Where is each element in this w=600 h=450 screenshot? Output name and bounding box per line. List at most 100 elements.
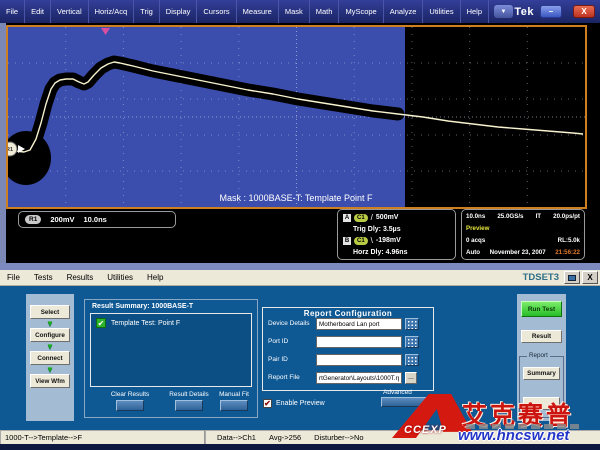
clear-results-label: Clear Results: [100, 391, 160, 398]
trigger-a-level: 500mV: [376, 214, 399, 221]
trigger-delay: Trig Dly: 3.5µs: [353, 226, 401, 233]
browse-button[interactable]: ...: [405, 372, 417, 384]
trigger-mode: Auto: [466, 249, 480, 256]
waveform-graticule: R1 Mask : 1000BASE-T: Template Point F: [6, 25, 587, 209]
summary-button[interactable]: Summary: [523, 367, 560, 380]
scope-screen-icon: [568, 275, 576, 281]
chevron-down-icon: ▼: [501, 9, 507, 15]
scope-menu-analyze[interactable]: Analyze: [384, 0, 424, 23]
trigger-a-icon: A: [343, 214, 351, 222]
app-menu-results[interactable]: Results: [60, 273, 101, 282]
keyboard-icon[interactable]: [405, 354, 419, 366]
mask-violation-region: [8, 27, 405, 207]
scope-menu-trig[interactable]: Trig: [134, 0, 160, 23]
trigger-b-level: -198mV: [376, 237, 401, 244]
scope-menu-display[interactable]: Display: [160, 0, 198, 23]
vertical-readout[interactable]: R1 200mV 10.0ns: [18, 211, 176, 228]
enable-preview-label: Enable Preview: [276, 400, 325, 407]
manual-fit-button[interactable]: [220, 400, 248, 411]
report-file-label: Report File: [268, 374, 300, 381]
app-window-top-edge: [0, 263, 600, 270]
result-details-button[interactable]: [175, 400, 203, 411]
date: November 23, 2007: [490, 249, 546, 256]
scope-menu-horiz-acq[interactable]: Horiz/Acq: [89, 0, 135, 23]
keyboard-icon[interactable]: [405, 318, 419, 330]
vertical-scale: 200mV: [50, 215, 74, 224]
ref1-badge: R1: [25, 215, 41, 224]
clear-results-button[interactable]: [116, 400, 144, 411]
result-button[interactable]: Result: [521, 330, 562, 343]
result-summary-list: ✔ Template Test: Point F: [90, 313, 252, 387]
view-wfm-button[interactable]: View Wfm: [30, 374, 70, 388]
flow-arrow-icon: ▼: [46, 342, 54, 351]
scope-menu-edit[interactable]: Edit: [25, 0, 51, 23]
trigger-readout[interactable]: A C1 / 500mV Trig Dly: 3.5µs B C1 \ -198…: [337, 209, 456, 260]
rising-edge-icon: /: [371, 213, 373, 222]
sample-rate: 25.0GS/s: [497, 213, 523, 220]
scope-menu-utilities[interactable]: Utilities: [423, 0, 460, 23]
flow-arrow-icon: ▼: [46, 319, 54, 328]
keyboard-icon[interactable]: [405, 336, 419, 348]
resolution: 20.0ps/pt: [553, 213, 580, 220]
scope-menu-file[interactable]: File: [0, 0, 25, 23]
minimize-icon: –: [549, 7, 553, 16]
app-hide-button[interactable]: [564, 271, 580, 284]
device-details-input[interactable]: [316, 318, 402, 330]
template-test-item[interactable]: Template Test: Point F: [111, 320, 180, 327]
app-title: TDSET3: [523, 272, 564, 283]
report-group-label: Report: [527, 352, 550, 359]
run-test-button[interactable]: Run Test: [521, 301, 562, 317]
app-menu-utilities[interactable]: Utilities: [100, 273, 140, 282]
report-configuration-group: Report Configuration Device Details Port…: [262, 307, 434, 391]
result-details-label: Result Details: [163, 391, 215, 398]
scope-menu-myscope[interactable]: MyScope: [339, 0, 383, 23]
port-id-input[interactable]: [316, 336, 402, 348]
horizontal-delay: Horz Dly: 4.96ns: [353, 249, 407, 256]
connect-button[interactable]: Connect: [30, 351, 70, 365]
scope-menu-math[interactable]: Math: [310, 0, 340, 23]
acquisition-count: 0 acqs: [466, 237, 485, 244]
screen: File Edit Vertical Horiz/Acq Trig Displa…: [0, 0, 600, 450]
scope-menu-measure[interactable]: Measure: [237, 0, 279, 23]
app-menu-help[interactable]: Help: [140, 273, 170, 282]
scope-menu-help[interactable]: Help: [461, 0, 489, 23]
trigger-b-source-badge: C1: [354, 237, 368, 245]
app-menu-file[interactable]: File: [0, 273, 27, 282]
select-button[interactable]: Select: [30, 305, 70, 319]
record-length: RL:5.0k: [558, 237, 580, 244]
scope-menu-cursors[interactable]: Cursors: [197, 0, 236, 23]
falling-edge-icon: \: [371, 236, 373, 245]
acquisition-readout[interactable]: 10.0ns 25.0GS/s IT 20.0ps/pt Preview 0 a…: [461, 209, 585, 260]
pair-id-label: Pair ID: [268, 356, 288, 363]
sampling-mode: IT: [536, 213, 542, 220]
app-close-button[interactable]: X: [582, 271, 598, 284]
status-test-path: 1000-T-->Template-->F: [0, 430, 205, 444]
horizontal-scale-readout: 10.0ns: [84, 215, 107, 224]
status-disturber: Disturber-->No: [314, 433, 363, 442]
advanced-button[interactable]: [381, 397, 429, 407]
enable-preview-checkbox[interactable]: ✔: [263, 399, 272, 408]
report-file-input[interactable]: [316, 372, 402, 384]
status-averages: Avg->256: [269, 433, 301, 442]
clear-results-control: Clear Results: [100, 391, 160, 411]
trigger-a-source-badge: C1: [354, 214, 368, 222]
report-configuration-title: Report Configuration: [299, 309, 397, 318]
scope-menu-mask[interactable]: Mask: [279, 0, 310, 23]
waveform-plot: R1 Mask : 1000BASE-T: Template Point F: [8, 27, 585, 207]
pair-id-input[interactable]: [316, 354, 402, 366]
configure-button[interactable]: Configure: [30, 328, 70, 342]
pass-checkbox[interactable]: ✔: [96, 318, 106, 328]
minimize-button[interactable]: –: [540, 5, 562, 18]
scope-menu-vertical[interactable]: Vertical: [51, 0, 89, 23]
result-details-control: Result Details: [163, 391, 215, 411]
report-detail-button[interactable]: [523, 397, 560, 410]
port-id-label: Port ID: [268, 338, 288, 345]
close-button[interactable]: X: [573, 5, 595, 18]
menu-overflow-button[interactable]: ▼: [494, 5, 513, 18]
manual-fit-label: Manual Fit: [212, 391, 256, 398]
ref-marker-label: R1: [8, 147, 13, 153]
scope-menubar: File Edit Vertical Horiz/Acq Trig Displa…: [0, 0, 600, 23]
close-icon: X: [581, 7, 586, 16]
app-menu-tests[interactable]: Tests: [27, 273, 60, 282]
advanced-label: Advanced: [383, 389, 412, 396]
